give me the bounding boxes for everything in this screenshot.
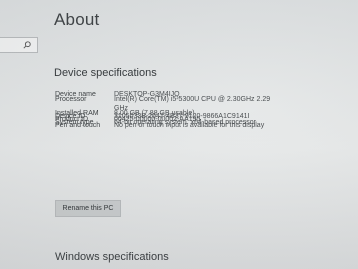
device-specifications-heading: Device specifications <box>54 67 157 79</box>
spec-label: Processor <box>55 96 87 103</box>
spec-label: Pen and touch <box>55 122 101 129</box>
page-title: About <box>54 10 100 29</box>
rename-pc-button[interactable]: Rename this PC <box>55 200 121 217</box>
windows-specifications-heading: Windows specifications <box>55 251 169 263</box>
settings-about-page: About Device specifications Device name … <box>0 0 358 269</box>
screen-glare <box>0 0 358 269</box>
spec-value: No pen or touch input is available for t… <box>114 122 265 129</box>
search-input[interactable] <box>0 37 38 53</box>
search-icon <box>23 41 31 49</box>
